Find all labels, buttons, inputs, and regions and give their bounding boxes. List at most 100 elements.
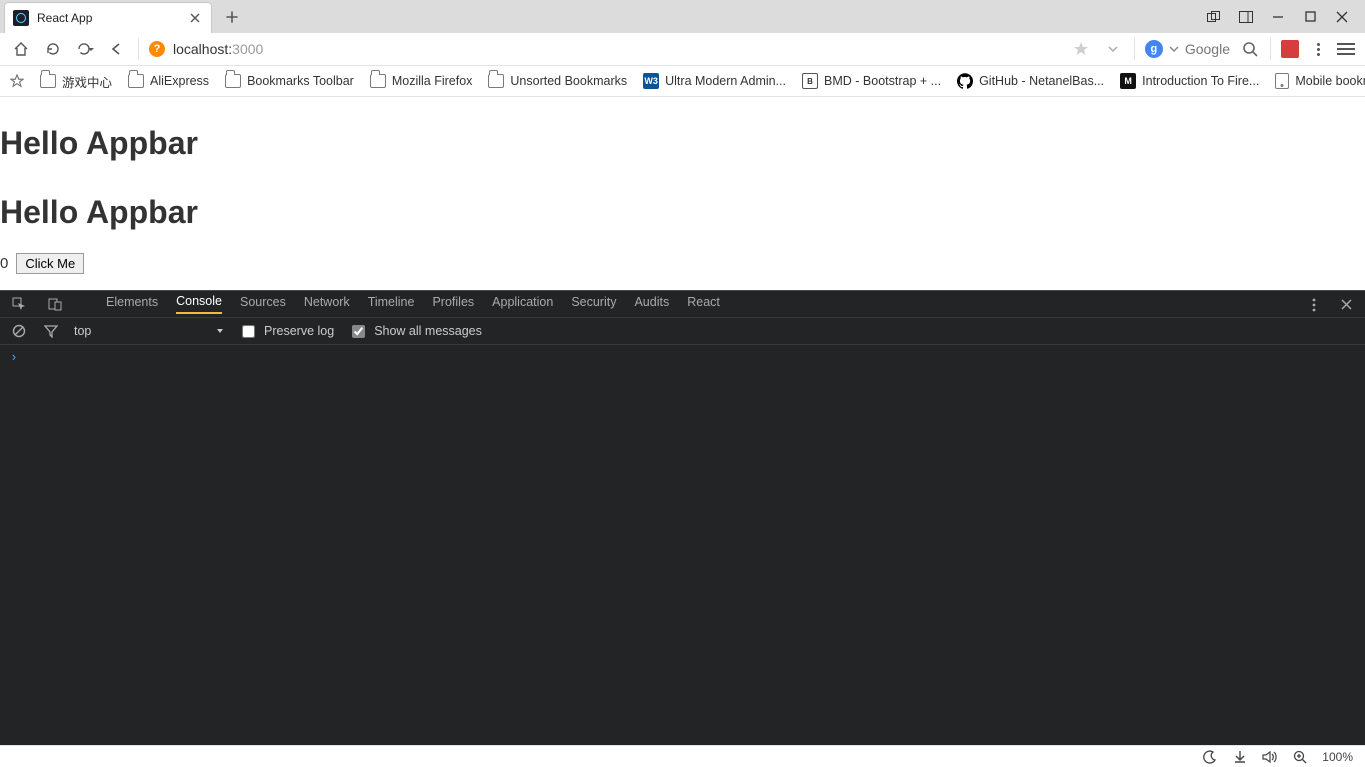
browser-tab-active[interactable]: React App [4, 2, 212, 33]
url-field[interactable]: ? localhost:3000 [149, 36, 1060, 62]
clear-console-button[interactable] [10, 322, 28, 340]
reload-button[interactable] [42, 38, 64, 60]
mobile-device-icon [1275, 73, 1289, 89]
dropdown-chevron-icon[interactable] [1102, 38, 1124, 60]
separator [1270, 38, 1271, 60]
devtools-tab-elements[interactable]: Elements [106, 295, 158, 313]
devtools-panel: Elements Console Sources Network Timelin… [0, 290, 1365, 745]
context-selector[interactable]: top [74, 324, 224, 338]
url-host: localhost: [173, 41, 232, 57]
tab-title: React App [37, 11, 179, 25]
window-minimize-button[interactable] [1269, 8, 1287, 26]
bookmark-label: 游戏中心 [62, 72, 112, 91]
separator [138, 38, 139, 60]
search-button[interactable] [1240, 41, 1260, 57]
show-all-label: Show all messages [374, 324, 482, 338]
home-button[interactable] [10, 38, 32, 60]
search-provider[interactable]: g Google [1145, 40, 1230, 58]
filter-icon[interactable] [42, 322, 60, 340]
site-warning-icon: ? [149, 41, 165, 57]
bookmark-item[interactable]: Mozilla Firefox [370, 74, 473, 88]
tab-close-button[interactable] [187, 10, 203, 26]
click-me-button[interactable]: Click Me [16, 253, 84, 274]
devtools-tab-console[interactable]: Console [176, 294, 222, 314]
preserve-log-input[interactable] [242, 325, 255, 338]
device-toolbar-icon[interactable] [46, 295, 64, 313]
new-tab-button[interactable] [218, 3, 246, 31]
bookmark-item[interactable]: Unsorted Bookmarks [488, 74, 627, 88]
devtools-tab-timeline[interactable]: Timeline [368, 295, 415, 313]
bookmarks-star-icon[interactable] [10, 73, 24, 89]
devtools-kebab-button[interactable] [1305, 296, 1323, 314]
night-mode-icon[interactable] [1202, 749, 1218, 765]
devtools-tab-profiles[interactable]: Profiles [432, 295, 474, 313]
devtools-tab-security[interactable]: Security [571, 295, 616, 313]
medium-icon: M [1120, 73, 1136, 89]
bookmark-star-button[interactable] [1070, 38, 1092, 60]
show-all-input[interactable] [352, 325, 365, 338]
context-value: top [74, 324, 91, 338]
bookmark-item[interactable]: GitHub - NetanelBas... [957, 73, 1104, 89]
url-text: localhost:3000 [173, 41, 263, 57]
react-favicon-icon [13, 10, 29, 26]
console-prompt-icon: › [10, 350, 18, 365]
preserve-log-label: Preserve log [264, 324, 334, 338]
folder-icon [40, 74, 56, 88]
kebab-menu-button[interactable] [1309, 43, 1327, 56]
devtools-tab-sources[interactable]: Sources [240, 295, 286, 313]
folder-icon [128, 74, 144, 88]
window-tabs-icon[interactable] [1205, 8, 1223, 26]
bookmark-item[interactable]: AliExpress [128, 74, 209, 88]
console-output[interactable]: › [0, 345, 1365, 745]
bookmark-item[interactable]: Bookmarks Toolbar [225, 74, 354, 88]
window-controls [1191, 0, 1365, 33]
url-port: 3000 [232, 41, 263, 57]
bookmark-label: GitHub - NetanelBas... [979, 74, 1104, 88]
bookmark-label: Mozilla Firefox [392, 74, 473, 88]
folder-icon [370, 74, 386, 88]
browser-tab-strip: React App [0, 0, 1365, 33]
history-button[interactable] [74, 38, 96, 60]
preserve-log-checkbox[interactable]: Preserve log [238, 322, 334, 341]
bookmark-label: Bookmarks Toolbar [247, 74, 354, 88]
zoom-level: 100% [1322, 750, 1353, 764]
hamburger-menu-button[interactable] [1337, 43, 1355, 55]
separator [1134, 38, 1135, 60]
window-maximize-button[interactable] [1301, 8, 1319, 26]
counter-row: 0 Click Me [0, 253, 1365, 274]
bookmark-label: Ultra Modern Admin... [665, 74, 786, 88]
window-close-button[interactable] [1333, 8, 1351, 26]
downloads-icon[interactable] [1232, 749, 1248, 765]
show-all-messages-checkbox[interactable]: Show all messages [348, 322, 482, 341]
back-button[interactable] [106, 38, 128, 60]
bmd-icon: B [802, 73, 818, 89]
devtools-tab-application[interactable]: Application [492, 295, 553, 313]
bookmark-item[interactable]: 游戏中心 [40, 72, 112, 91]
extension-icon[interactable] [1281, 40, 1299, 58]
bookmark-item[interactable]: M Introduction To Fire... [1120, 73, 1259, 89]
page-heading-1: Hello Appbar [0, 97, 1365, 162]
bookmark-label: BMD - Bootstrap + ... [824, 74, 941, 88]
google-icon: g [1145, 40, 1163, 58]
zoom-icon[interactable] [1292, 749, 1308, 765]
window-sidebar-icon[interactable] [1237, 8, 1255, 26]
bookmark-label: Introduction To Fire... [1142, 74, 1259, 88]
chevron-down-icon [1169, 44, 1179, 54]
bookmark-label: Unsorted Bookmarks [510, 74, 627, 88]
mobile-bookmarks[interactable]: Mobile bookmarks [1275, 73, 1365, 89]
counter-value: 0 [0, 255, 8, 272]
devtools-tabs: Elements Console Sources Network Timelin… [0, 291, 1365, 318]
bookmarks-bar: 游戏中心 AliExpress Bookmarks Toolbar Mozill… [0, 66, 1365, 97]
folder-icon [488, 74, 504, 88]
github-icon [957, 73, 973, 89]
inspect-element-icon[interactable] [10, 295, 28, 313]
devtools-close-button[interactable] [1337, 296, 1355, 314]
bookmark-item[interactable]: B BMD - Bootstrap + ... [802, 73, 941, 89]
bookmark-label: AliExpress [150, 74, 209, 88]
devtools-tab-network[interactable]: Network [304, 295, 350, 313]
console-toolbar: top Preserve log Show all messages [0, 318, 1365, 345]
bookmark-item[interactable]: W3Ultra Modern Admin... [643, 73, 786, 89]
devtools-tab-react[interactable]: React [687, 295, 720, 313]
devtools-tab-audits[interactable]: Audits [634, 295, 669, 313]
volume-icon[interactable] [1262, 749, 1278, 765]
